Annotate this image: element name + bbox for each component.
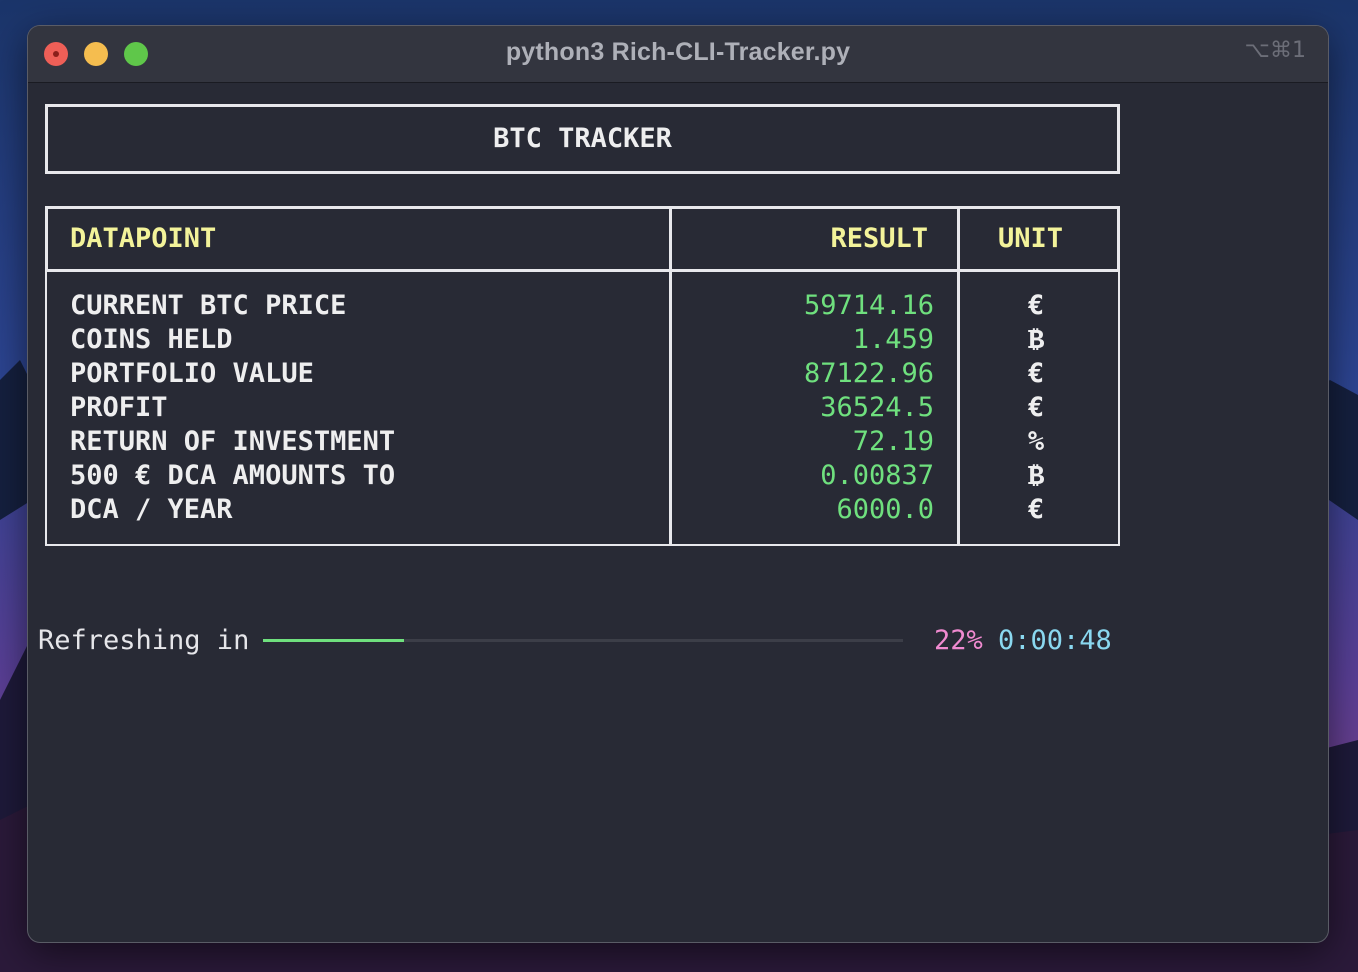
result-cell: 87122.96 <box>803 358 934 389</box>
progress-fill <box>263 639 404 642</box>
header-datapoint: DATAPOINT <box>70 223 217 254</box>
unit-cell: € <box>1027 358 1045 389</box>
datapoint-cell: RETURN OF INVESTMENT <box>70 426 396 457</box>
result-cell: 1.459 <box>852 324 934 355</box>
table-row: DCA / YEAR 6000.0 € <box>45 493 1120 527</box>
result-cell: 36524.5 <box>820 392 934 423</box>
datapoint-cell: 500 € DCA AMOUNTS TO <box>70 460 396 491</box>
terminal-window: python3 Rich-CLI-Tracker.py ⌥⌘1 BTC TRAC… <box>28 26 1328 942</box>
unit-cell: € <box>1027 290 1045 321</box>
table-rows: CURRENT BTC PRICE 59714.16 € COINS HELD … <box>45 289 1120 527</box>
result-cell: 72.19 <box>852 426 934 457</box>
table-row: RETURN OF INVESTMENT 72.19 % <box>45 425 1120 459</box>
table-row: 500 € DCA AMOUNTS TO 0.00837 ₿ <box>45 459 1120 493</box>
unit-cell: % <box>1027 426 1045 457</box>
unit-cell: ₿ <box>1027 324 1045 355</box>
unit-cell: € <box>1027 392 1045 423</box>
table-row: CURRENT BTC PRICE 59714.16 € <box>45 289 1120 323</box>
datapoint-cell: DCA / YEAR <box>70 494 233 525</box>
unit-cell: € <box>1027 494 1045 525</box>
table-row: PORTFOLIO VALUE 87122.96 € <box>45 357 1120 391</box>
progress-percent: 22% <box>934 625 983 656</box>
unit-cell: ₿ <box>1027 460 1045 491</box>
tracker-title: BTC TRACKER <box>493 123 672 154</box>
title-bar: python3 Rich-CLI-Tracker.py ⌥⌘1 <box>28 26 1328 83</box>
table-row: COINS HELD 1.459 ₿ <box>45 323 1120 357</box>
progress-track <box>263 639 903 642</box>
refresh-progress: Refreshing in 22% 0:00:48 <box>38 624 1128 658</box>
window-shortcut: ⌥⌘1 <box>1244 38 1306 63</box>
datapoint-cell: COINS HELD <box>70 324 233 355</box>
time-remaining: 0:00:48 <box>998 625 1112 656</box>
table-row: PROFIT 36524.5 € <box>45 391 1120 425</box>
window-title: python3 Rich-CLI-Tracker.py <box>505 38 851 66</box>
header-unit: UNIT <box>998 223 1064 254</box>
datapoint-cell: PORTFOLIO VALUE <box>70 358 314 389</box>
refresh-label: Refreshing in <box>38 625 250 656</box>
datapoint-cell: PROFIT <box>70 392 168 423</box>
result-cell: 6000.0 <box>836 494 934 525</box>
datapoint-cell: CURRENT BTC PRICE <box>70 290 347 321</box>
data-table: DATAPOINT RESULT UNIT CURRENT BTC PRICE … <box>45 206 1120 546</box>
header-result: RESULT <box>830 223 928 254</box>
result-cell: 0.00837 <box>820 460 934 491</box>
terminal-content[interactable]: BTC TRACKER DATAPOINT RESULT UNIT CURREN… <box>28 83 1328 942</box>
result-cell: 59714.16 <box>803 290 934 321</box>
tracker-title-panel: BTC TRACKER <box>45 104 1120 174</box>
